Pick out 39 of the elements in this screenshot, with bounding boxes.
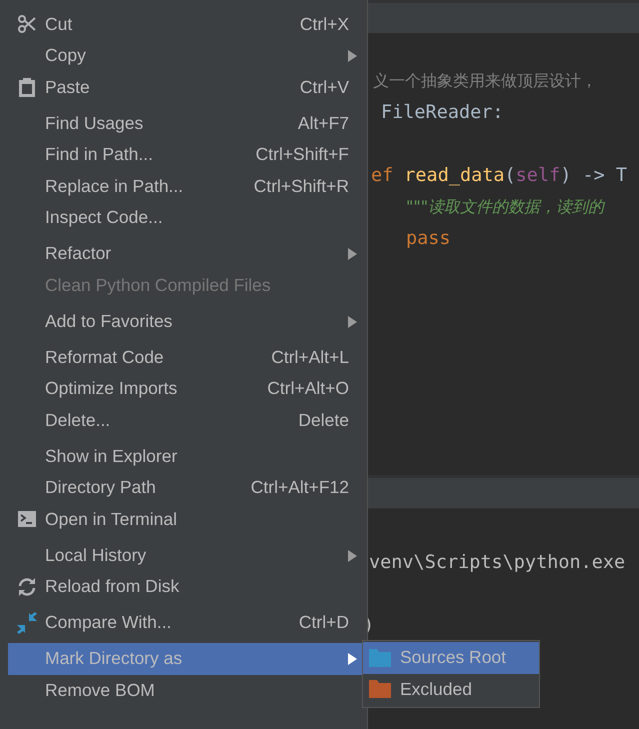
menu-item[interactable]: Replace in Path... Ctrl+Shift+R <box>8 170 367 202</box>
code-token: 义一个抽象类用来做顶层设计， <box>373 71 597 90</box>
menu-item[interactable]: Reformat Code Ctrl+Alt+L <box>8 342 367 373</box>
menu-item[interactable]: Reload from Disk <box>8 571 367 602</box>
menu-item[interactable]: Find Usages Alt+F7 <box>8 108 367 139</box>
menu-item[interactable]: Refactor <box>8 238 367 270</box>
code-token: ef <box>371 164 394 186</box>
terminal-icon <box>18 511 36 528</box>
code-token: self <box>516 164 560 186</box>
menu-item[interactable]: Inspect Code... <box>8 202 367 234</box>
code-token: ) -> T <box>560 164 628 186</box>
submenu-arrow-icon <box>348 248 357 260</box>
code-token: ( <box>504 164 516 186</box>
code-token: """读取文件的数据，读到的 <box>406 197 604 216</box>
code-token: FileReader: <box>381 102 504 122</box>
clipboard-icon <box>18 77 36 98</box>
reload-icon <box>16 576 36 597</box>
submenu-arrow-icon <box>348 550 357 562</box>
submenu-arrow-icon <box>348 50 357 62</box>
menu-item[interactable]: Find in Path... Ctrl+Shift+F <box>8 139 367 170</box>
compare-arrows-icon <box>16 612 38 634</box>
menu-item[interactable]: Local History <box>8 540 367 571</box>
menu-item[interactable]: Cut Ctrl+X <box>8 8 367 40</box>
terminal-text: venv\Scripts\python.exe <box>369 552 626 573</box>
menu-item[interactable]: Excluded <box>363 674 539 705</box>
menu-item[interactable]: Copy <box>8 40 367 72</box>
submenu-arrow-icon <box>348 653 357 665</box>
menu-item[interactable]: Add to Favorites <box>8 306 367 337</box>
menu-item[interactable]: Show in Explorer <box>8 440 367 472</box>
scissors-icon <box>16 14 36 34</box>
code-token: pass <box>406 228 451 248</box>
menu-item[interactable]: Compare With... Ctrl+D <box>8 607 367 638</box>
menu-item[interactable]: Paste Ctrl+V <box>8 72 367 103</box>
menu-item[interactable]: Directory Path Ctrl+Alt+F12 <box>8 472 367 504</box>
code-token: read_data <box>404 164 505 186</box>
submenu-arrow-icon <box>348 316 357 328</box>
menu-item[interactable]: Open in Terminal <box>8 504 367 535</box>
menu-item[interactable]: Delete... Delete <box>8 404 367 436</box>
menu-item[interactable]: Optimize Imports Ctrl+Alt+O <box>8 373 367 404</box>
